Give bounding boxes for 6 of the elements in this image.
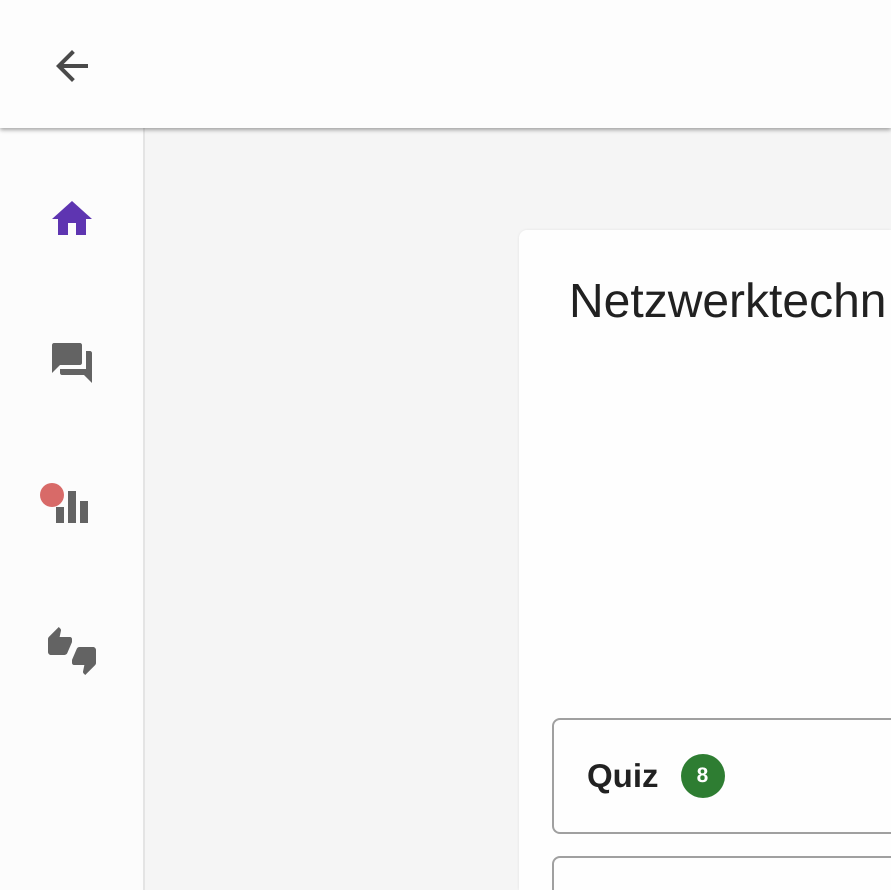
count-badge: 8: [680, 754, 724, 798]
panel-title: Quiz: [587, 757, 658, 795]
course-title: Netzwerktechn: [569, 274, 888, 330]
quiz-panel[interactable]: Quiz 8: [552, 718, 891, 834]
thumbs-up-down-icon[interactable]: [48, 627, 96, 675]
back-arrow-icon[interactable]: [56, 50, 88, 82]
